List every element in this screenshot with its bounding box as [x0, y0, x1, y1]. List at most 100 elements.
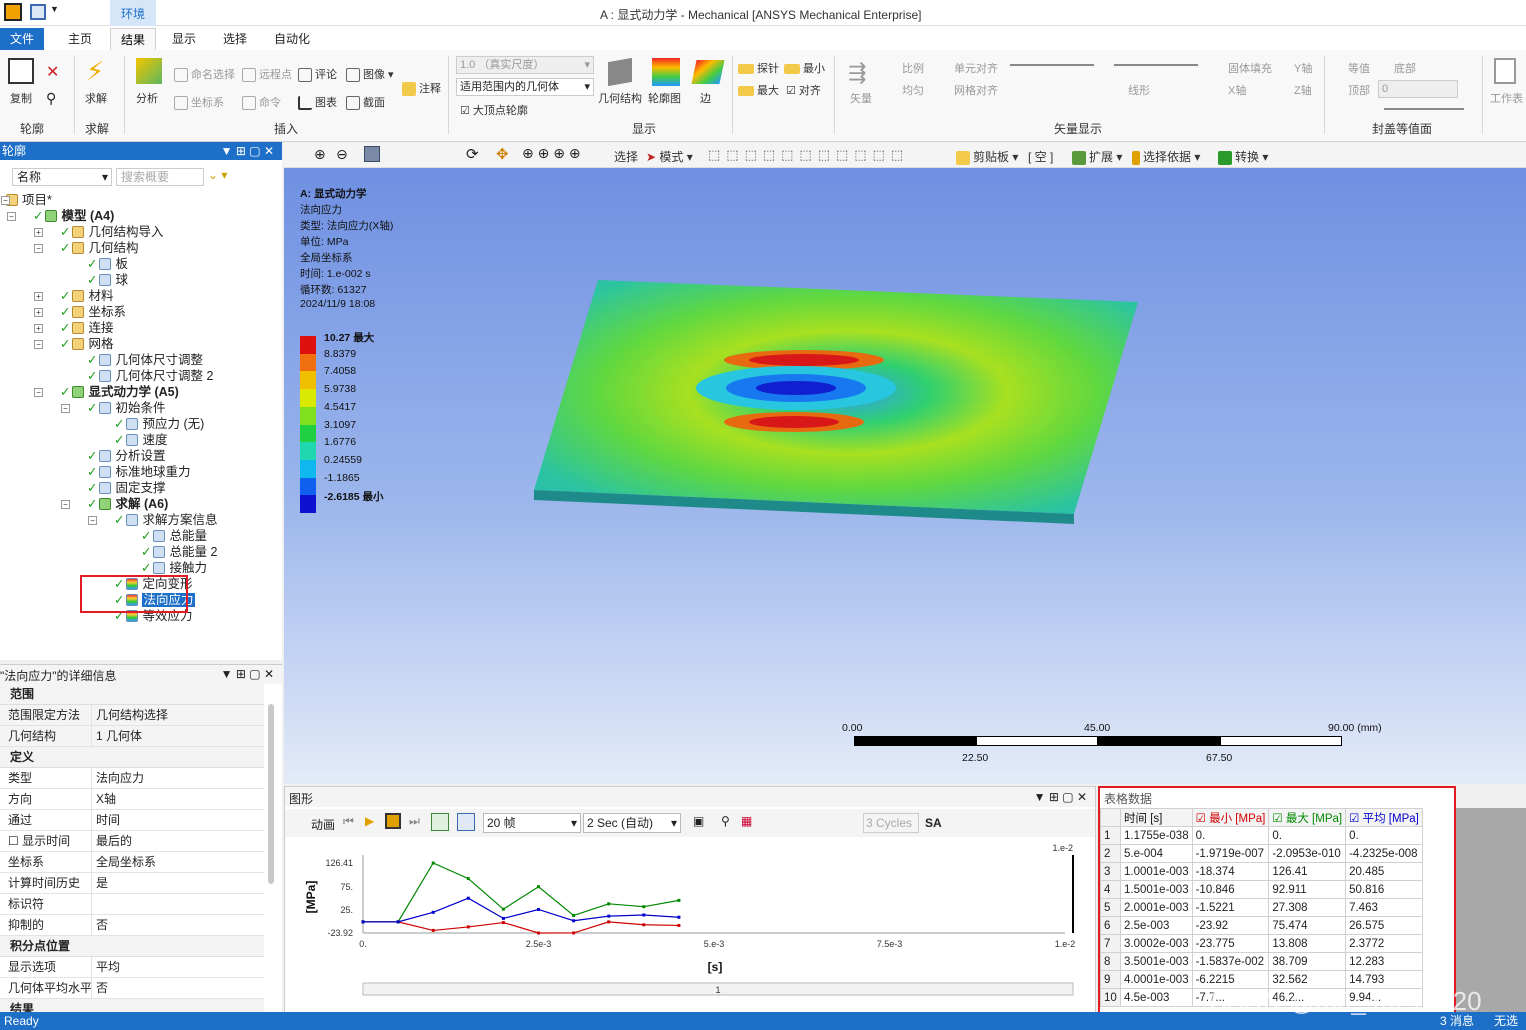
find-icon[interactable]: ⚲: [46, 90, 56, 107]
history-chart[interactable]: 126.41 75. 25. -23.92 0. 2.5e-3 5.e-3 7.5e-3 1.e…: [285, 839, 1095, 1013]
tree-node[interactable]: ✓ 几何体尺寸调整 2: [87, 368, 213, 384]
tab-file[interactable]: 文件: [0, 28, 44, 50]
expand-toggle-icon[interactable]: −: [88, 516, 97, 525]
pan-icon[interactable]: ✥: [496, 145, 509, 163]
tree-node[interactable]: ✓ 求解 (A6): [87, 496, 168, 512]
tree-node[interactable]: ✓ 接触力: [141, 560, 207, 576]
graphics-viewport[interactable]: 0.00 45.00 90.00 (mm) 22.50 67.50 A: 显式动…: [284, 168, 1526, 784]
details-row[interactable]: 范围限定方法 几何结构选择: [0, 705, 264, 726]
ratio-button[interactable]: 比例: [902, 60, 924, 76]
expand-toggle-icon[interactable]: −: [34, 340, 43, 349]
expand-toggle-icon[interactable]: +: [34, 308, 43, 317]
tree-node[interactable]: 项目*: [6, 192, 52, 208]
quick-access-dropdown-icon[interactable]: ▼: [50, 4, 59, 14]
tree-node[interactable]: ✓ 几何结构: [60, 240, 139, 256]
y-axis-button[interactable]: Y轴: [1294, 60, 1312, 76]
tree-node[interactable]: ✓ 几何体尺寸调整: [87, 352, 203, 368]
cap-slider[interactable]: [1384, 108, 1464, 110]
play-icon[interactable]: ▶: [365, 814, 374, 828]
expand-toggle-icon[interactable]: −: [34, 388, 43, 397]
convert-button[interactable]: 转换 ▾: [1218, 148, 1268, 165]
vector-length-slider[interactable]: [1010, 64, 1094, 66]
details-scrollbar[interactable]: [268, 704, 274, 884]
details-row[interactable]: 几何体平均水平否: [0, 978, 264, 999]
expand-toggle-icon[interactable]: +: [34, 228, 43, 237]
grid-align-button[interactable]: 网格对齐: [954, 82, 998, 98]
details-row[interactable]: 类型 法向应力: [0, 768, 264, 789]
probe-button[interactable]: 探针: [738, 60, 779, 76]
comment-button[interactable]: 评论: [298, 66, 337, 83]
tab-home[interactable]: 主页: [58, 28, 102, 50]
analyze-button[interactable]: 分析: [136, 90, 158, 106]
coordinate-system-button[interactable]: 坐标系: [174, 94, 224, 111]
scope-dropdown[interactable]: 适用范围内的几何体 ▾: [456, 78, 594, 96]
z-axis-button[interactable]: Z轴: [1294, 82, 1312, 98]
zoom-out-icon[interactable]: ⊖: [336, 146, 348, 163]
details-section-header[interactable]: 定义: [0, 747, 264, 768]
vector-icon[interactable]: ⇶: [848, 60, 866, 86]
edges-icon[interactable]: [691, 60, 725, 84]
copy-button[interactable]: 复制: [10, 90, 32, 106]
solid-fill-button[interactable]: 固体填充: [1228, 60, 1272, 76]
annotation-button[interactable]: 注释: [402, 80, 441, 97]
tree-node[interactable]: ✓ 模型 (A4): [33, 208, 114, 224]
details-row[interactable]: 标识符: [0, 894, 264, 915]
min-button[interactable]: 最小: [784, 60, 825, 76]
details-row[interactable]: 通过 时间: [0, 810, 264, 831]
remote-point-button[interactable]: 远程点: [242, 66, 292, 83]
workbook-icon[interactable]: [1494, 58, 1516, 84]
search-options-icon[interactable]: ⌄ ▾: [208, 168, 227, 182]
expand-toggle-icon[interactable]: −: [34, 244, 43, 253]
tab-display[interactable]: 显示: [162, 28, 206, 50]
details-row[interactable]: 坐标系 全局坐标系: [0, 852, 264, 873]
top-button[interactable]: 顶部: [1348, 82, 1370, 98]
tree-node[interactable]: ✓ 总能量 2: [141, 544, 217, 560]
tree-node[interactable]: ✓ 球: [87, 272, 128, 288]
max-vertex-checkbox[interactable]: ☑ 大顶点轮廓: [460, 102, 528, 118]
empty-button[interactable]: [ 空 ]: [1028, 148, 1053, 165]
top-value-input[interactable]: 0: [1378, 80, 1458, 98]
tree-node[interactable]: ✓ 固定支撑: [87, 480, 166, 496]
display-points-icon[interactable]: ▦: [741, 814, 752, 828]
frames-dropdown[interactable]: 20 帧 ▾: [483, 813, 581, 833]
vector-button[interactable]: 矢量: [850, 90, 872, 106]
expand-toggle-icon[interactable]: −: [7, 212, 16, 221]
image-button[interactable]: 图像 ▾: [346, 66, 394, 83]
tree-node[interactable]: ✓ 材料: [60, 288, 114, 304]
zoom-to-fit-icon[interactable]: ⚲: [721, 814, 730, 828]
tree-node[interactable]: ✓ 分析设置: [87, 448, 166, 464]
stop-icon[interactable]: [385, 813, 401, 829]
scale-dropdown[interactable]: 1.0 （真实尺度） ▾: [456, 56, 594, 74]
align-checkbox[interactable]: ☑ 对齐: [786, 82, 821, 98]
tree-node[interactable]: ✓ 网格: [60, 336, 114, 352]
geometry-button[interactable]: 几何结构: [598, 90, 642, 106]
panel-controls-icon[interactable]: ▼ ⊞ ▢ ✕: [221, 142, 274, 160]
tab-results[interactable]: 结果: [110, 28, 157, 50]
plate-model[interactable]: [524, 268, 1144, 538]
expand-toggle-icon[interactable]: −: [61, 500, 70, 509]
result-sets-icon[interactable]: [457, 813, 475, 831]
rotate-icon[interactable]: ⟳: [466, 145, 479, 163]
x-axis-button[interactable]: X轴: [1228, 82, 1246, 98]
first-frame-icon[interactable]: ⏮: [343, 814, 354, 829]
expand-toggle-icon[interactable]: −: [1, 196, 10, 205]
expand-toggle-icon[interactable]: −: [61, 404, 70, 413]
export-video-icon[interactable]: ▣: [693, 814, 704, 828]
graph-panel-controls-icon[interactable]: ▼ ⊞ ▢ ✕: [1034, 790, 1087, 804]
tree-node[interactable]: ✓ 显式动力学 (A5): [60, 384, 179, 400]
tree-node[interactable]: ✓ 总能量: [141, 528, 207, 544]
mode-button[interactable]: ➤ 模式 ▾: [646, 148, 693, 165]
bottom-button[interactable]: 底部: [1394, 60, 1416, 76]
save-icon[interactable]: [30, 4, 46, 20]
chart-button[interactable]: 图表: [298, 94, 337, 111]
details-section-header[interactable]: 积分点位置: [0, 936, 264, 957]
outline-search-input[interactable]: 搜索概要: [116, 168, 204, 186]
solve-button[interactable]: 求解: [85, 90, 107, 106]
element-align-button[interactable]: 单元对齐: [954, 60, 998, 76]
tree-node[interactable]: ✓ 坐标系: [60, 304, 126, 320]
line-button[interactable]: 线形: [1128, 82, 1150, 98]
expand-toggle-icon[interactable]: +: [34, 324, 43, 333]
solve-icon[interactable]: ⚡: [86, 56, 104, 87]
edges-button[interactable]: 边: [700, 90, 711, 106]
equal-button[interactable]: 等值: [1348, 60, 1370, 76]
